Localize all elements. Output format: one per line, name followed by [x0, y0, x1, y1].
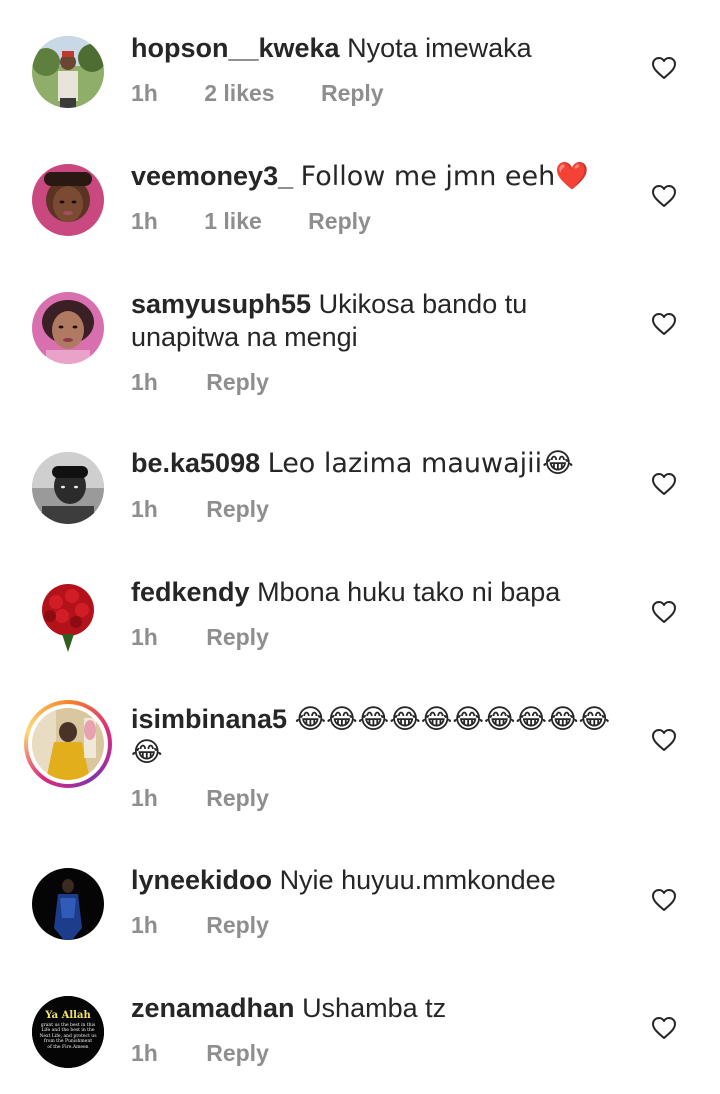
reply-button[interactable]: Reply — [321, 80, 384, 107]
heart-outline-icon[interactable] — [651, 1016, 677, 1040]
comment-time: 1h — [131, 785, 158, 811]
comment-username[interactable]: zenamadhan — [131, 993, 295, 1023]
heart-outline-icon[interactable] — [651, 888, 677, 912]
reply-button[interactable]: Reply — [206, 624, 269, 651]
heart-outline-icon[interactable] — [651, 600, 677, 624]
comment-text: Nyota imewaka — [347, 33, 532, 63]
avatar-story-ring[interactable] — [24, 700, 112, 788]
comment-likes[interactable]: 2 likes — [204, 80, 274, 107]
reply-button[interactable]: Reply — [308, 208, 371, 235]
comment-time: 1h — [131, 369, 158, 395]
comment-username[interactable]: be.ka5098 — [131, 448, 260, 478]
reply-button[interactable]: Reply — [206, 912, 269, 939]
comment-time: 1h — [131, 912, 158, 938]
comment-text: Mbona huku tako ni bapa — [257, 577, 561, 607]
reply-button[interactable]: Reply — [206, 496, 269, 523]
comment-time: 1h — [131, 624, 158, 650]
heart-outline-icon[interactable] — [651, 312, 677, 336]
comment-username[interactable]: samyusuph55 — [131, 289, 311, 319]
comment-time: 1h — [131, 208, 158, 234]
comment-username[interactable]: veemoney3_ — [131, 161, 293, 191]
avatar[interactable] — [32, 164, 104, 236]
comment-username[interactable]: hopson__kweka — [131, 33, 340, 63]
comment-text: Leo lazima mauwajii😂 — [267, 448, 574, 479]
avatar[interactable] — [32, 580, 104, 652]
comment-username[interactable]: lyneekidoo — [131, 865, 272, 895]
comment-time: 1h — [131, 80, 158, 106]
heart-outline-icon[interactable] — [651, 184, 677, 208]
avatar[interactable]: Ya Allah grant us the best in this Life … — [32, 996, 104, 1068]
heart-outline-icon[interactable] — [651, 472, 677, 496]
comment-username[interactable]: fedkendy — [131, 577, 250, 607]
reply-button[interactable]: Reply — [206, 1040, 269, 1067]
comment-text: Ushamba tz — [302, 993, 447, 1023]
comment-time: 1h — [131, 1040, 158, 1066]
avatar[interactable] — [32, 868, 104, 940]
heart-outline-icon[interactable] — [651, 56, 677, 80]
reply-button[interactable]: Reply — [206, 369, 269, 396]
comment-text: Nyie huyuu.mmkondee — [279, 865, 556, 895]
avatar-caption-title: Ya Allah — [45, 1010, 91, 1021]
avatar-caption-line: of the Fire.Ameen — [47, 1044, 89, 1050]
reply-button[interactable]: Reply — [206, 785, 269, 812]
avatar[interactable] — [32, 36, 104, 108]
comment-time: 1h — [131, 496, 158, 522]
comment-likes[interactable]: 1 like — [204, 208, 262, 235]
comment-username[interactable]: isimbinana5 — [131, 704, 287, 734]
comment-text: Follow me jmn eeh❤️ — [300, 161, 589, 192]
avatar[interactable] — [32, 452, 104, 524]
heart-outline-icon[interactable] — [651, 728, 677, 752]
avatar[interactable] — [32, 292, 104, 364]
